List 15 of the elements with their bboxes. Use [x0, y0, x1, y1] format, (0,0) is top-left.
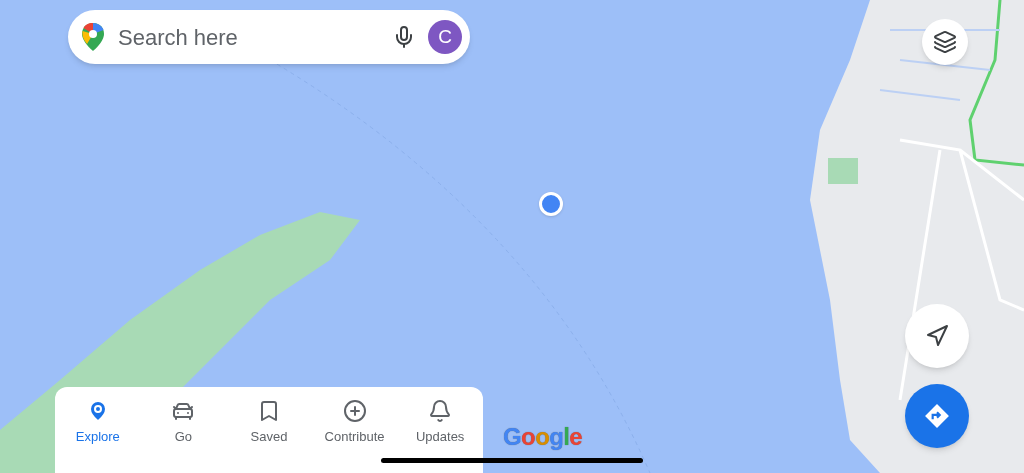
- nav-tab[interactable]: Contribute: [311, 395, 398, 473]
- nav-tab[interactable]: Updates: [397, 395, 483, 473]
- logo: Google: [503, 422, 583, 452]
- search-field[interactable]: Search here: [118, 20, 380, 54]
- nav-tab[interactable]: Explore: [55, 395, 141, 473]
- pin-logo-icon: [80, 22, 106, 52]
- layers-icon: [933, 30, 957, 54]
- nav-tab[interactable]: Go: [140, 395, 227, 473]
- bell-icon: [428, 399, 453, 423]
- plus-circle-icon: [342, 399, 367, 423]
- navigation-arrow-icon: [925, 324, 949, 348]
- directions-icon: [924, 403, 950, 429]
- search-bar[interactable]: Search here C: [68, 10, 470, 64]
- nav-tab[interactable]: Saved: [226, 395, 312, 473]
- account-avatar[interactable]: C: [428, 20, 462, 54]
